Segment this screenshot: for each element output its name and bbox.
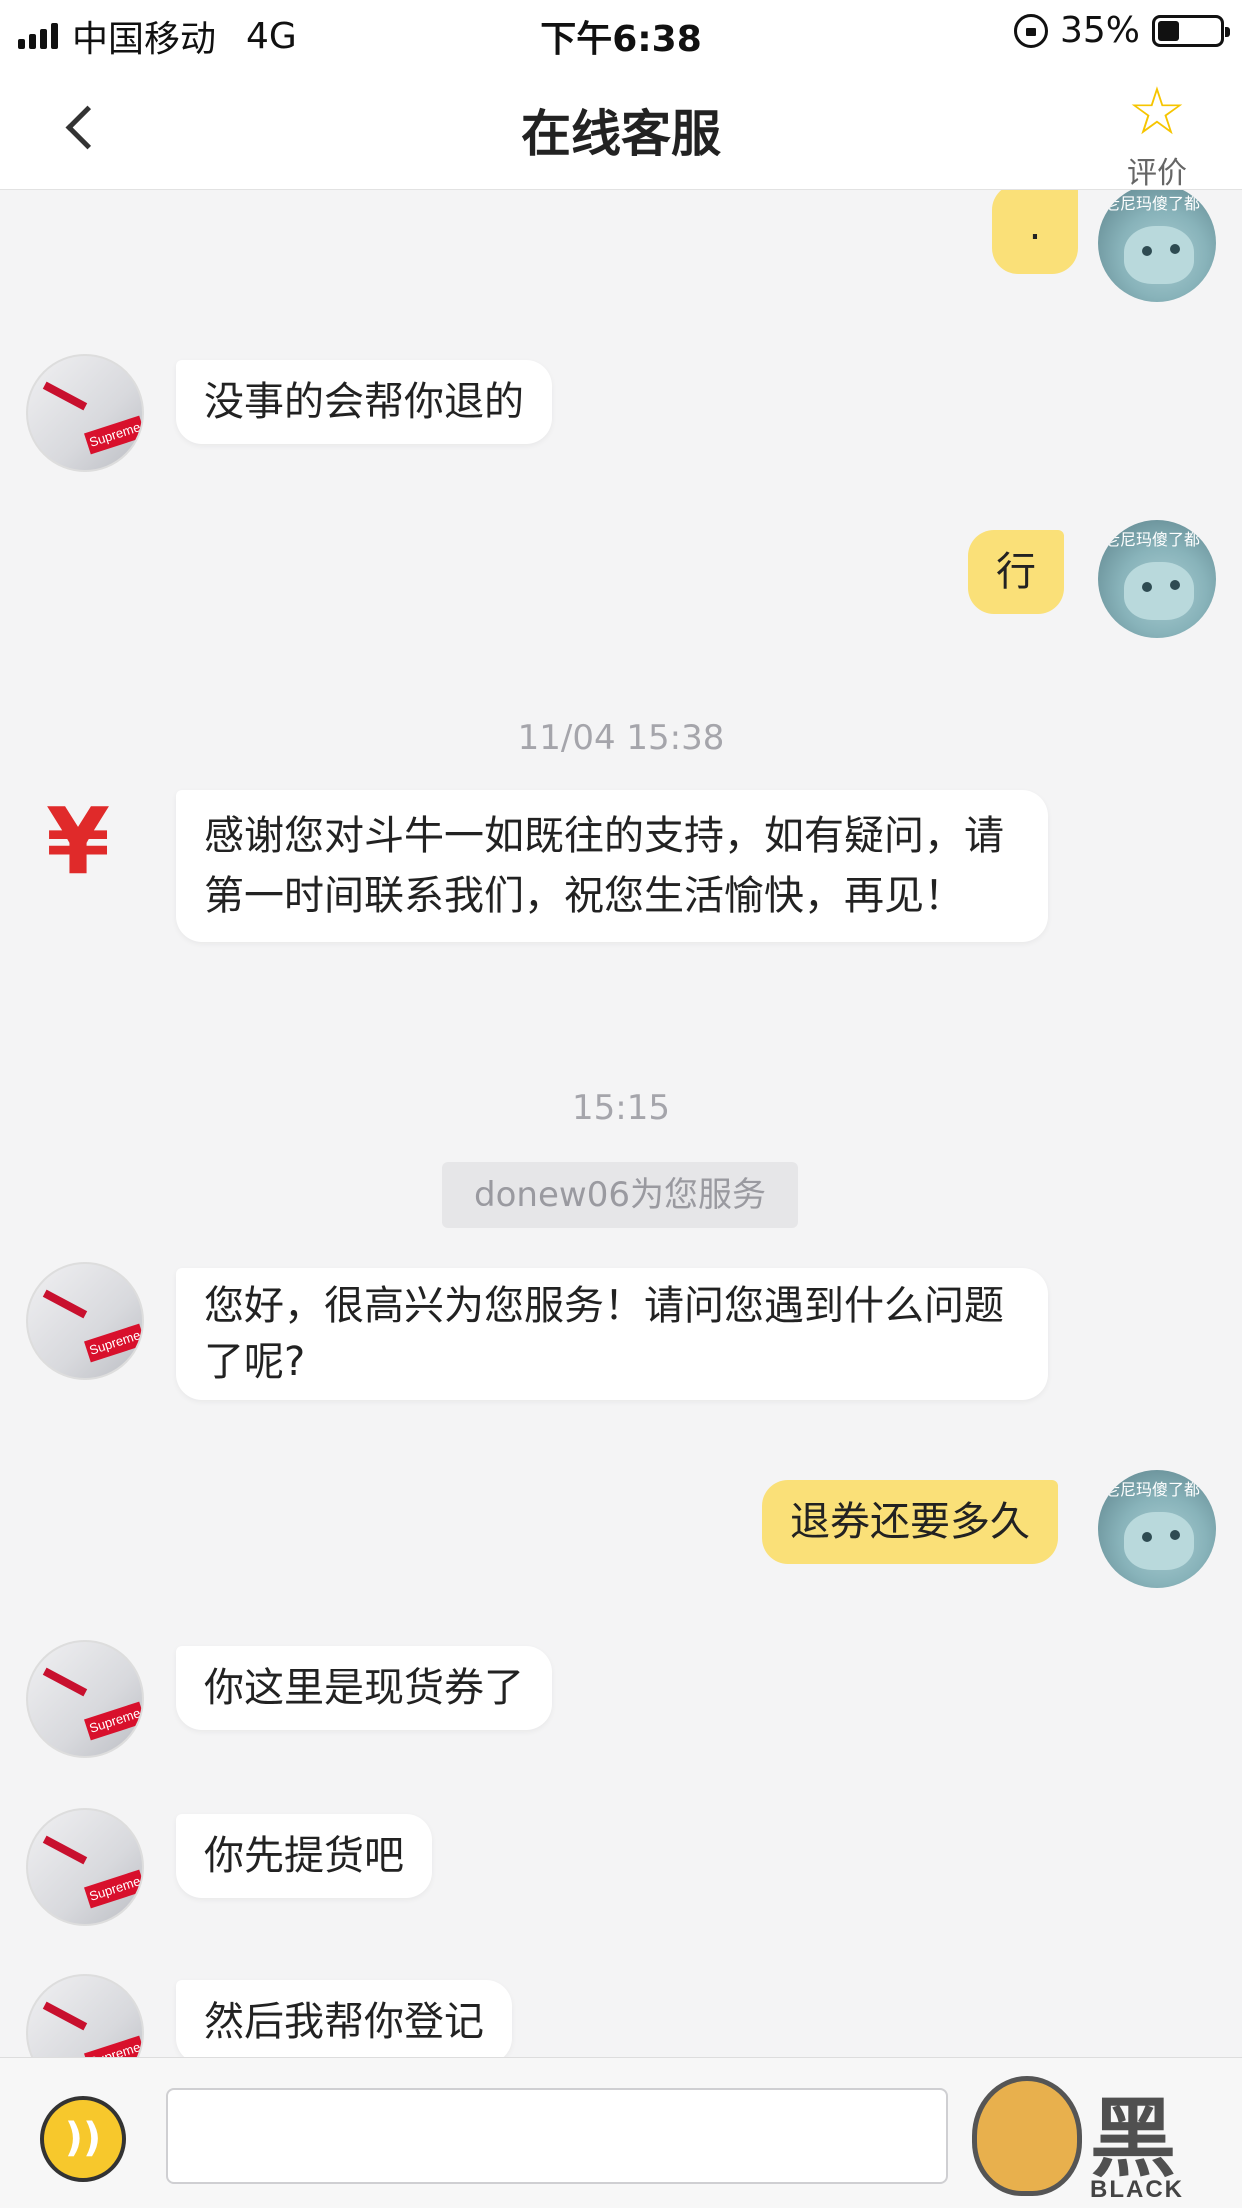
agent-avatar[interactable]: Supreme xyxy=(26,1974,144,2057)
agent-avatar[interactable]: Supreme xyxy=(26,1640,144,1758)
avatar-caption: 老尼玛傻了都 xyxy=(1104,1480,1201,1499)
bot-avatar[interactable]: ¥ xyxy=(26,784,144,902)
message-bubble-bot[interactable]: 感谢您对斗牛一如既往的支持，如有疑问，请第一时间联系我们，祝您生活愉快，再见！ xyxy=(176,790,1048,942)
message-bubble-user[interactable]: . xyxy=(992,190,1078,274)
user-avatar[interactable]: 老尼玛傻了都 xyxy=(1098,520,1216,638)
cat-logo-icon xyxy=(972,2076,1082,2196)
timestamp: 11/04 15:38 xyxy=(517,718,725,758)
avatar-tag: Supreme xyxy=(84,1323,142,1363)
status-bar: 中国移动 4G 下午6:38 35% xyxy=(0,0,1242,62)
battery-percent: 35% xyxy=(1059,10,1140,51)
avatar-tag: Supreme xyxy=(84,1869,142,1909)
logo-icon: ¥ xyxy=(46,788,111,895)
avatar-caption: 老尼玛傻了都 xyxy=(1104,530,1201,549)
service-notice: donew06为您服务 xyxy=(442,1162,798,1228)
user-avatar[interactable]: 老尼玛傻了都 xyxy=(1098,190,1216,302)
timestamp: 15:15 xyxy=(572,1088,670,1128)
message-bubble-agent[interactable]: 你这里是现货券了 xyxy=(176,1646,552,1730)
agent-avatar[interactable]: Supreme xyxy=(26,1808,144,1926)
agent-avatar[interactable]: Supreme xyxy=(26,354,144,472)
message-bubble-agent[interactable]: 没事的会帮你退的 xyxy=(176,360,552,444)
watermark: 黑猫 BLACK CAT xyxy=(972,2068,1234,2208)
battery-level xyxy=(1158,20,1179,41)
avatar-tag: Supreme xyxy=(84,2035,142,2057)
message-bubble-user[interactable]: 行 xyxy=(968,530,1064,614)
rate-label: 评价 xyxy=(1127,156,1187,191)
star-icon: ☆ xyxy=(1127,73,1187,150)
message-input[interactable] xyxy=(166,2088,948,2184)
watermark-en: BLACK CAT xyxy=(1090,2176,1184,2208)
message-bubble-agent[interactable]: 然后我帮你登记 xyxy=(176,1980,512,2057)
user-avatar[interactable]: 老尼玛傻了都 xyxy=(1098,1470,1216,1588)
avatar-tag: Supreme xyxy=(84,415,142,455)
page-title: 在线客服 xyxy=(521,105,721,163)
battery-icon xyxy=(1152,14,1230,47)
message-bubble-agent[interactable]: 您好，很高兴为您服务！请问您遇到什么问题了呢? xyxy=(176,1268,1048,1400)
message-bubble-user[interactable]: 退券还要多久 xyxy=(762,1480,1058,1564)
voice-input-button[interactable]: )) xyxy=(40,2096,126,2182)
agent-avatar[interactable]: Supreme xyxy=(26,1262,144,1380)
nav-bar: 在线客服 ☆ 评价 xyxy=(0,62,1242,192)
avatar-caption: 老尼玛傻了都 xyxy=(1104,194,1201,213)
chat-area[interactable]: . 老尼玛傻了都 Supreme 没事的会帮你退的 行 老尼玛傻了都 11/04… xyxy=(0,190,1242,2057)
rotation-lock-icon xyxy=(1013,13,1048,48)
input-bar: )) 黑猫 BLACK CAT xyxy=(0,2057,1242,2208)
avatar-tag: Supreme xyxy=(84,1701,142,1741)
rate-button[interactable]: ☆ 评价 xyxy=(1112,73,1202,192)
status-right: 35% xyxy=(1013,10,1230,51)
message-bubble-agent[interactable]: 你先提货吧 xyxy=(176,1814,432,1898)
voice-icon: )) xyxy=(64,2115,102,2161)
